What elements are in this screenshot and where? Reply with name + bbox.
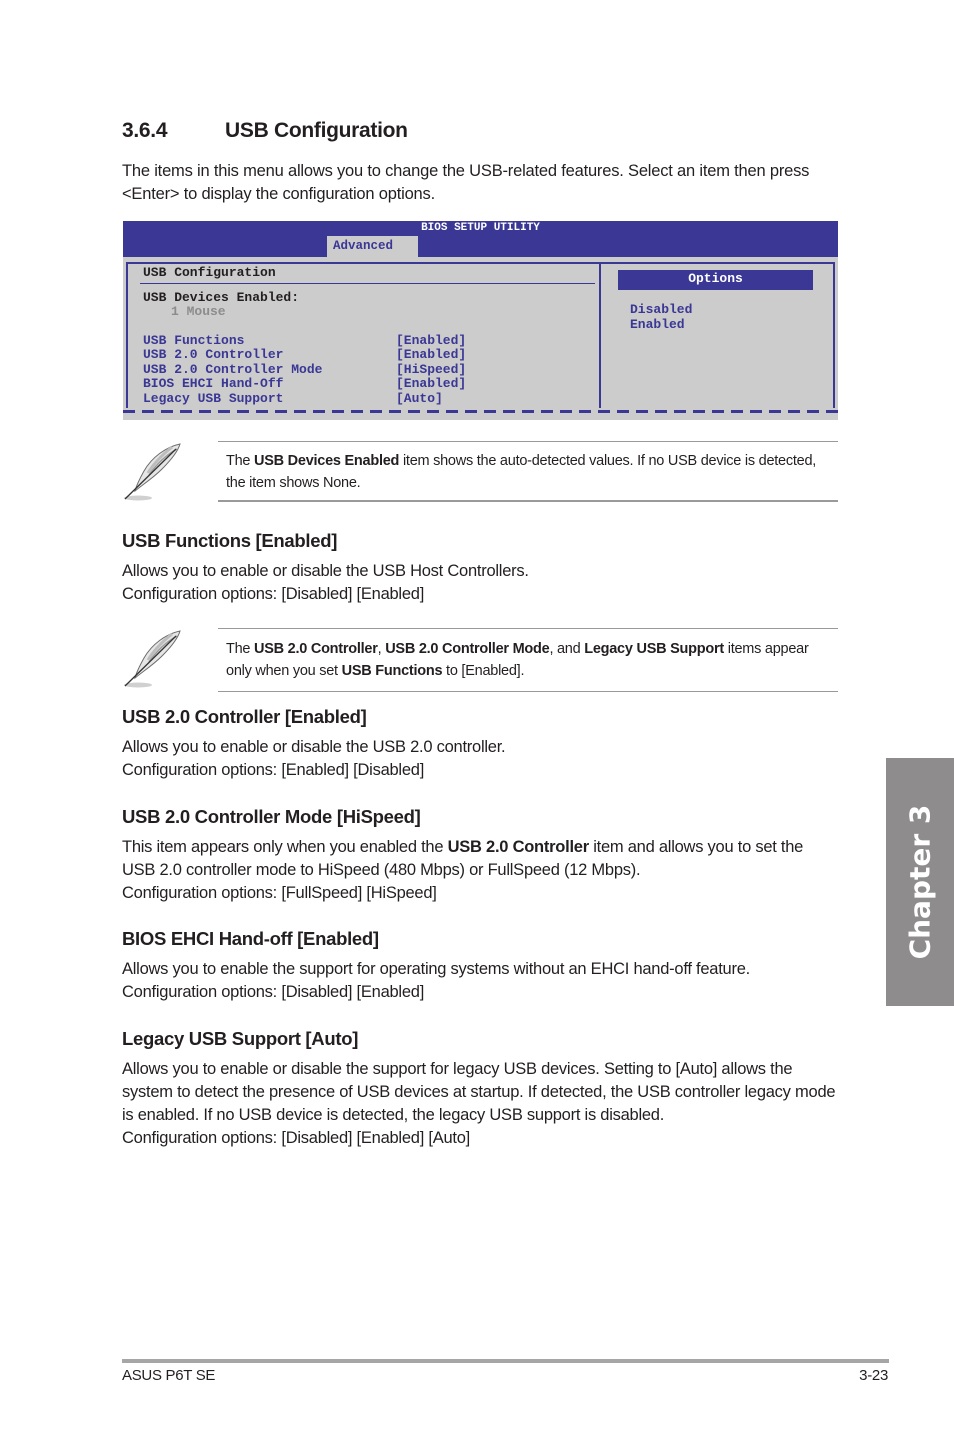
note-text-run: to [Enabled]. <box>442 662 525 679</box>
bios-tab-advanced[interactable]: Advanced <box>327 236 418 257</box>
note-text-run: , and <box>549 641 585 657</box>
item-description: Allows you to enable or disable the supp… <box>122 1060 836 1124</box>
bold-term: Legacy USB Support <box>584 641 724 657</box>
footer-rule <box>122 1359 889 1363</box>
bios-option-enabled[interactable]: Enabled <box>630 317 692 333</box>
item-title-usb-functions: USB Functions [Enabled] <box>122 530 338 551</box>
item-title-usb20-controller-mode: USB 2.0 Controller Mode [HiSpeed] <box>122 806 421 827</box>
item-body-usb20-controller-mode: This item appears only when you enabled … <box>122 836 838 905</box>
bios-title-bar: BIOS SETUP UTILITY Advanced <box>123 221 838 257</box>
note-usb-functions-dependency: The USB 2.0 Controller, USB 2.0 Controll… <box>122 628 838 692</box>
section-title: USB Configuration <box>225 119 408 142</box>
bold-term: USB 2.0 Controller <box>447 838 590 856</box>
chapter-label: Chapter 3 <box>903 804 937 960</box>
note-text: The USB Devices Enabled item shows the a… <box>226 451 826 494</box>
bold-term: USB Devices Enabled <box>254 453 400 469</box>
chapter-tab: Chapter 3 <box>886 758 954 1006</box>
item-title-legacy-usb-support: Legacy USB Support [Auto] <box>122 1028 359 1049</box>
item-options: Configuration options: [Disabled] [Enabl… <box>122 585 425 603</box>
note-usb-devices: The USB Devices Enabled item shows the a… <box>122 441 838 503</box>
section-heading: 3.6.4 USB Configuration <box>122 119 408 143</box>
item-body-usb-functions: Allows you to enable or disable the USB … <box>122 560 842 606</box>
bios-item-label: USB 2.0 Controller <box>143 347 284 363</box>
bios-item-label: BIOS EHCI Hand-Off <box>143 376 284 392</box>
quill-pen-icon <box>124 630 181 688</box>
quill-pen-icon <box>124 443 181 501</box>
bold-term: USB 2.0 Controller Mode <box>385 641 550 657</box>
note-text-run: The <box>226 453 255 469</box>
bold-term: USB 2.0 Controller <box>254 641 378 657</box>
note-box: The USB Devices Enabled item shows the a… <box>218 441 838 502</box>
item-title-usb20-controller: USB 2.0 Controller [Enabled] <box>122 706 367 727</box>
bios-item-value: [Auto] <box>396 390 443 406</box>
item-body-ehci-handoff: Allows you to enable the support for ope… <box>122 958 842 1004</box>
bios-title-rule <box>140 283 595 284</box>
bios-bottom-dashed-border <box>123 410 838 413</box>
bios-item-label: USB Functions <box>143 333 245 348</box>
item-body-usb20-controller: Allows you to enable or disable the USB … <box>122 736 842 782</box>
item-options: Configuration options: [Disabled] [Enabl… <box>122 1129 470 1147</box>
bios-item-value: [Enabled] <box>396 376 467 392</box>
bios-option-disabled[interactable]: Disabled <box>630 302 692 318</box>
bios-options-header: Options <box>618 270 813 290</box>
bios-panel-divider <box>599 262 601 408</box>
item-description: This item appears only when you enabled … <box>122 838 804 879</box>
bios-panel-title: USB Configuration <box>143 265 276 280</box>
item-description: Allows you to enable or disable the USB … <box>122 562 529 580</box>
note-text: The USB 2.0 Controller, USB 2.0 Controll… <box>226 639 826 682</box>
bios-options-list: Disabled Enabled <box>630 302 692 333</box>
footer-product: ASUS P6T SE <box>122 1367 216 1384</box>
item-options: Configuration options: [Enabled] [Disabl… <box>122 761 425 779</box>
section-number: 3.6.4 <box>122 119 168 142</box>
footer-page-number: 3-23 <box>859 1367 888 1384</box>
bios-item-label: USB 2.0 Controller Mode <box>143 361 323 377</box>
item-body-legacy-usb-support: Allows you to enable or disable the supp… <box>122 1058 838 1150</box>
bios-device-value: 1 Mouse <box>171 304 226 319</box>
item-options: Configuration options: [Disabled] [Enabl… <box>122 983 425 1001</box>
bios-item-label: Legacy USB Support <box>143 390 284 406</box>
note-text-run: The <box>226 641 255 657</box>
bios-item-value: [Enabled] <box>396 347 467 363</box>
item-description: Allows you to enable or disable the USB … <box>122 738 506 756</box>
bios-screenshot: BIOS SETUP UTILITY Advanced USB Configur… <box>123 221 838 420</box>
bios-item-value: [HiSpeed] <box>396 361 467 377</box>
item-description: Allows you to enable the support for ope… <box>122 960 750 978</box>
item-options: Configuration options: [FullSpeed] [HiSp… <box>122 884 437 902</box>
bold-term: USB Functions <box>341 662 443 679</box>
note-box: The USB 2.0 Controller, USB 2.0 Controll… <box>218 628 838 692</box>
bios-item-value: [Enabled] <box>396 333 467 348</box>
bios-title: BIOS SETUP UTILITY <box>421 222 540 234</box>
item-title-ehci-handoff: BIOS EHCI Hand-off [Enabled] <box>122 928 379 949</box>
intro-paragraph: The items in this menu allows you to cha… <box>122 162 810 203</box>
